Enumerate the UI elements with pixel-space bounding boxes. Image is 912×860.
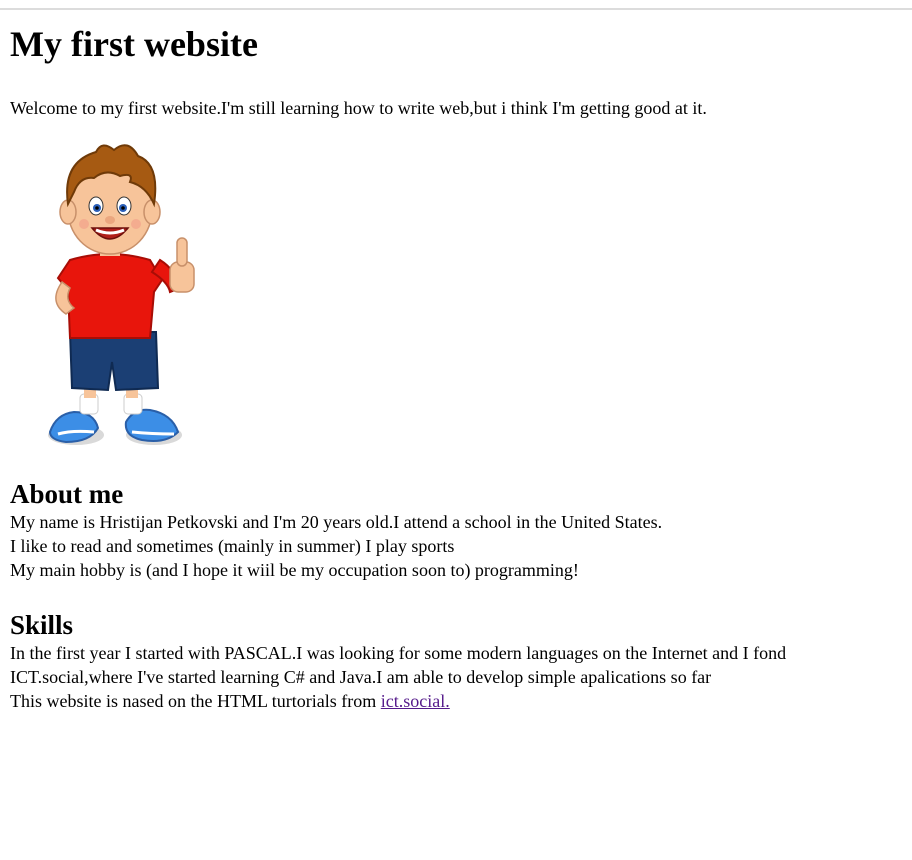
ict-social-link[interactable]: ict.social. [381, 691, 450, 711]
about-paragraph-2: I like to read and sometimes (mainly in … [10, 536, 455, 556]
intro-text: Welcome to my first website.I'm still le… [10, 98, 707, 118]
skills-paragraph: In the first year I started with PASCAL.… [10, 643, 787, 687]
skills-heading: Skills [10, 610, 74, 640]
about-paragraph-3: My main hobby is (and I hope it wiil be … [10, 560, 579, 580]
page-content: My first website Welcome to my first web… [10, 22, 890, 713]
cartoon-boy-icon [48, 144, 195, 445]
footer-paragraph: This website is nased on the HTML turtor… [10, 689, 890, 713]
footer-text: This website is nased on the HTML turtor… [10, 691, 381, 711]
boy-thumbs-up-image [10, 132, 210, 452]
about-heading: About me [10, 479, 124, 509]
browser-top-border [0, 0, 912, 10]
page-title: My first website [10, 24, 258, 64]
about-paragraph-1: My name is Hristijan Petkovski and I'm 2… [10, 512, 663, 532]
